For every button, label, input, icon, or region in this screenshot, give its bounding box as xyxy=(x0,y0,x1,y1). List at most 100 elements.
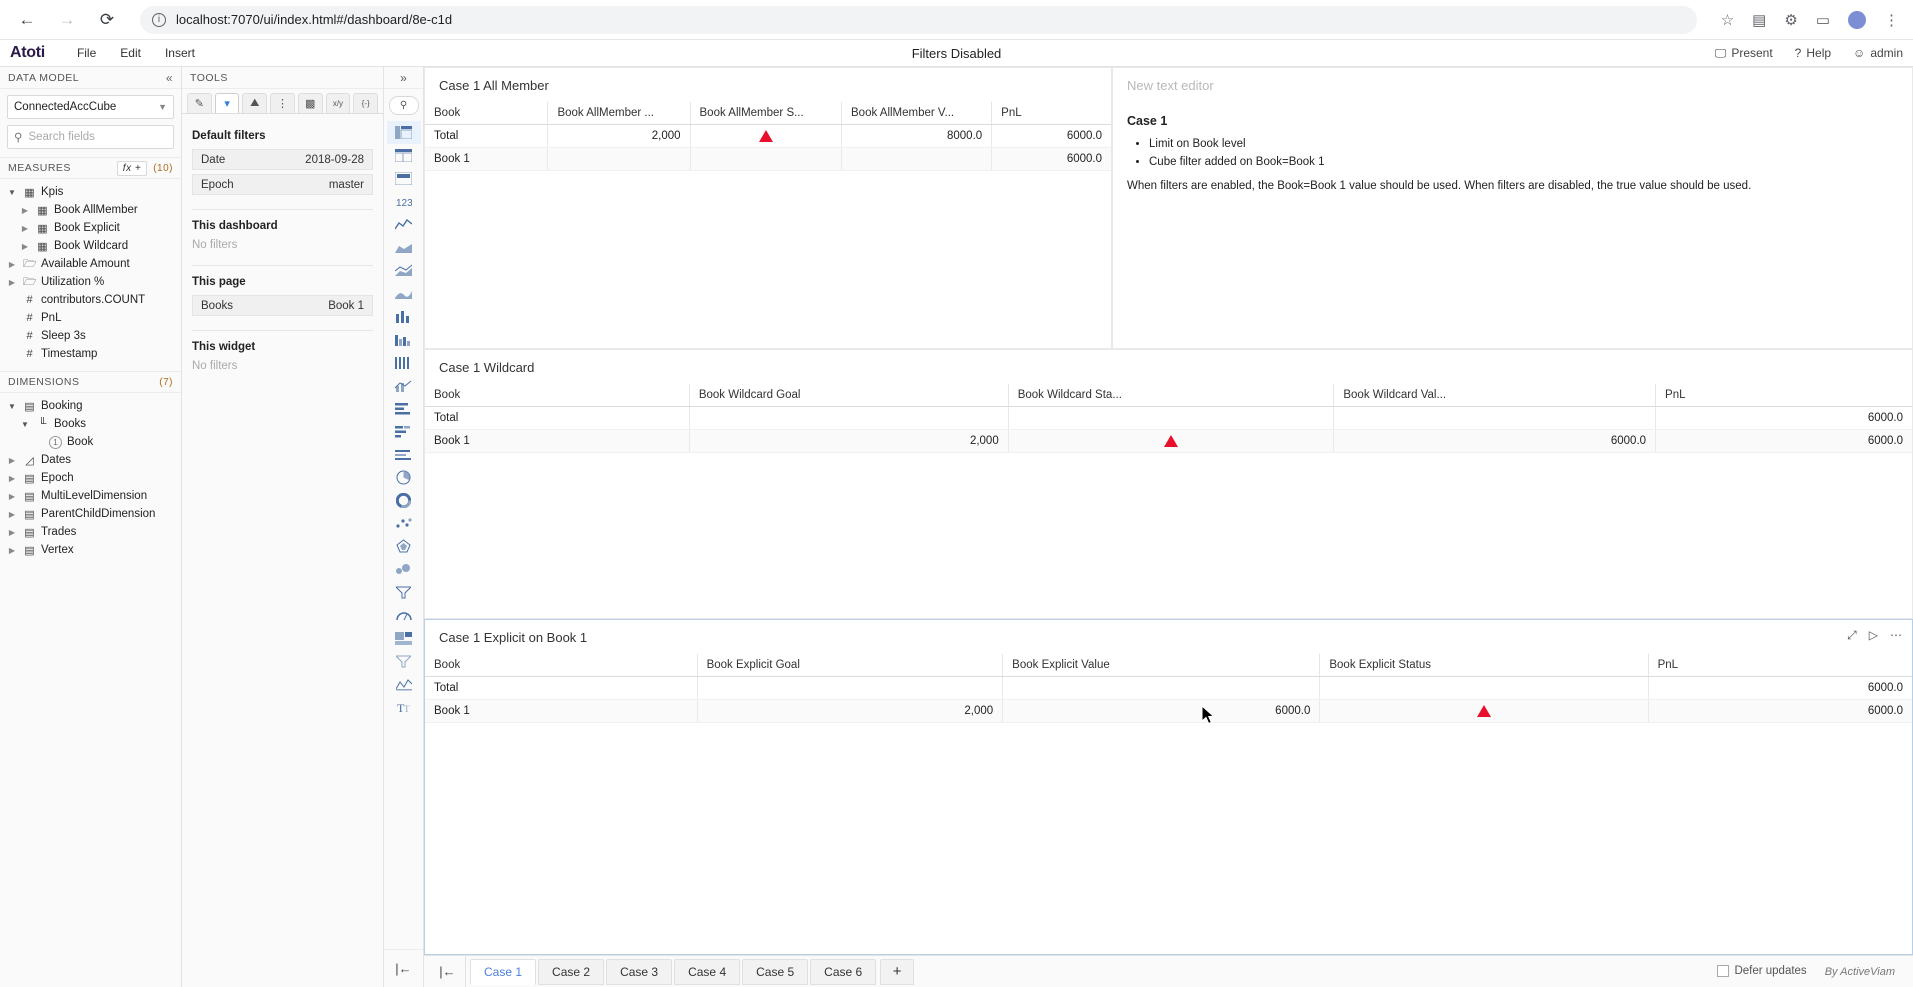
caret-down-icon[interactable]: ▼ xyxy=(6,402,18,411)
column-header[interactable]: Book Wildcard Sta... xyxy=(1008,384,1335,407)
measure-item-book-explicit[interactable]: ▶ ▦ Book Explicit xyxy=(0,219,181,237)
dimension-item-parentchilddimension[interactable]: ▶ ▤ ParentChildDimension xyxy=(0,505,181,523)
profile-avatar[interactable] xyxy=(1848,10,1866,29)
dimension-item-books[interactable]: ▼ ╙ Books xyxy=(0,415,181,433)
palette-histogram-icon[interactable] xyxy=(387,328,421,351)
palette-donut-chart-icon[interactable] xyxy=(387,489,421,512)
palette-smooth-area-icon[interactable] xyxy=(387,282,421,305)
tool-tab-pencil[interactable]: ✎ xyxy=(187,93,212,113)
tool-tab-filter[interactable]: ▾ xyxy=(214,93,240,113)
column-header[interactable]: PnL xyxy=(1648,654,1912,677)
page-tab-case-3[interactable]: Case 3 xyxy=(606,958,673,985)
gear-icon[interactable]: ⚙ xyxy=(1784,11,1797,29)
dimension-item-epoch[interactable]: ▶ ▤ Epoch xyxy=(0,469,181,487)
filter-books[interactable]: Books Book 1 xyxy=(192,295,373,316)
cast-icon[interactable]: ▭ xyxy=(1816,11,1830,29)
table-row[interactable]: Total 6000.0 xyxy=(425,406,1912,430)
measure-item-book-wildcard[interactable]: ▶ ▦ Book Wildcard xyxy=(0,237,181,255)
present-button[interactable]: 🖵 Present xyxy=(1715,46,1773,61)
widget-text-editor[interactable]: New text editor Case 1 Limit on Book lev… xyxy=(1112,67,1913,349)
palette-expand-icon[interactable]: » xyxy=(384,67,423,89)
column-header[interactable]: Book Wildcard Goal xyxy=(689,384,1009,407)
caret-right-icon[interactable]: ▶ xyxy=(6,492,18,501)
user-button[interactable]: ☺ admin xyxy=(1853,46,1903,60)
measure-item-book-allmember[interactable]: ▶ ▦ Book AllMember xyxy=(0,201,181,219)
palette-search-button[interactable]: ⚲ xyxy=(388,96,419,115)
caret-right-icon[interactable]: ▶ xyxy=(6,528,18,537)
dimension-item-multileveldimension[interactable]: ▶ ▤ MultiLevelDimension xyxy=(0,487,181,505)
caret-right-icon[interactable]: ▶ xyxy=(6,260,18,269)
column-header[interactable]: Book xyxy=(425,384,690,407)
caret-right-icon[interactable]: ▶ xyxy=(6,510,18,519)
table-row[interactable]: Book 1 2,000 6000.0 6000.0 xyxy=(425,429,1912,454)
measure-item-kpis[interactable]: ▼ ▦ Kpis xyxy=(0,183,181,201)
pivot-table-all-member[interactable]: Book Book AllMember ... Book AllMember S..… xyxy=(425,102,1111,172)
page-tab-case-6[interactable]: Case 6 xyxy=(810,958,877,985)
expand-icon[interactable]: ⤢ xyxy=(1847,628,1857,643)
dimension-item-trades[interactable]: ▶ ▤ Trades xyxy=(0,523,181,541)
palette-pie-chart-icon[interactable] xyxy=(387,466,421,489)
column-header[interactable]: PnL xyxy=(1655,384,1912,407)
column-header[interactable]: Book Wildcard Val... xyxy=(1333,384,1657,407)
palette-funnel-icon[interactable] xyxy=(387,581,421,604)
measure-item-pnl[interactable]: # PnL xyxy=(0,309,181,327)
pivot-table-explicit[interactable]: Book Book Explicit Goal Book Explicit Valu… xyxy=(425,654,1912,724)
search-fields-input[interactable]: ⚲ Search fields xyxy=(7,125,174,149)
back-button[interactable]: ← xyxy=(14,7,40,33)
palette-waterfall-icon[interactable] xyxy=(387,443,421,466)
palette-horizontal-bar-icon[interactable] xyxy=(387,397,421,420)
menu-file[interactable]: File xyxy=(65,46,108,60)
palette-combo-chart-icon[interactable] xyxy=(387,374,421,397)
page-tab-case-1[interactable]: Case 1 xyxy=(470,958,537,985)
address-bar[interactable]: i localhost:7070/ui/index.html#/dashboar… xyxy=(140,5,1697,34)
measure-item-contributors-count[interactable]: # contributors.COUNT xyxy=(0,291,181,309)
palette-table-icon[interactable] xyxy=(387,144,421,167)
page-tab-case-2[interactable]: Case 2 xyxy=(538,958,605,985)
help-button[interactable]: ? Help xyxy=(1795,46,1831,60)
pivot-table-wildcard[interactable]: Book Book Wildcard Goal Book Wildcard Sta.… xyxy=(425,384,1912,454)
forward-button[interactable]: → xyxy=(54,7,80,33)
table-row[interactable]: Total 6000.0 xyxy=(425,676,1912,700)
filter-epoch[interactable]: Epoch master xyxy=(192,174,373,195)
palette-bar-group-icon[interactable] xyxy=(387,351,421,374)
palette-kpi-card-icon[interactable] xyxy=(387,167,421,190)
collapse-left-icon[interactable]: « xyxy=(166,71,173,85)
palette-sunburst-icon[interactable] xyxy=(387,673,421,696)
text-editor-body[interactable]: Case 1 Limit on Book level Cube filter a… xyxy=(1113,102,1912,202)
tabs-collapse-button[interactable]: |← xyxy=(430,956,466,987)
add-page-button[interactable]: + xyxy=(880,958,915,985)
palette-treemap-icon[interactable] xyxy=(387,627,421,650)
tool-tab-xy-axes[interactable]: x/y xyxy=(325,93,351,113)
more-icon[interactable]: ⋯ xyxy=(1890,628,1902,643)
column-header[interactable]: Book Explicit Goal xyxy=(697,654,1004,677)
add-measure-button[interactable]: fx + xyxy=(116,160,148,176)
widget-case1-wildcard[interactable]: Case 1 Wildcard Book Book Wildcard Goal Bo… xyxy=(424,349,1913,619)
tool-tab-paint-roller[interactable]: ⛰ xyxy=(242,93,268,113)
column-header[interactable]: Book Explicit Status xyxy=(1319,654,1649,677)
palette-text-editor-icon[interactable]: TT xyxy=(387,696,421,719)
measure-item-sleep-3s[interactable]: # Sleep 3s xyxy=(0,327,181,345)
palette-stacked-area-icon[interactable] xyxy=(387,259,421,282)
table-row[interactable]: Book 1 2,000 6000.0 6000.0 xyxy=(425,699,1912,724)
play-icon[interactable]: ▷ xyxy=(1869,628,1878,643)
palette-horizontal-stacked-icon[interactable] xyxy=(387,420,421,443)
palette-collapse-button[interactable]: |← xyxy=(384,949,423,987)
palette-radar-icon[interactable] xyxy=(387,535,421,558)
menu-insert[interactable]: Insert xyxy=(153,46,207,60)
measure-item-timestamp[interactable]: # Timestamp xyxy=(0,345,181,363)
caret-down-icon[interactable]: ▼ xyxy=(19,420,31,429)
dimension-item-dates[interactable]: ▶ ◿ Dates xyxy=(0,451,181,469)
table-row[interactable]: Total 2,000 8000.0 6000.0 xyxy=(425,124,1111,149)
palette-area-chart-icon[interactable] xyxy=(387,236,421,259)
caret-right-icon[interactable]: ▶ xyxy=(6,456,18,465)
column-header[interactable]: Book AllMember S... xyxy=(690,102,843,125)
page-tab-case-4[interactable]: Case 4 xyxy=(674,958,741,985)
caret-right-icon[interactable]: ▶ xyxy=(19,224,31,233)
palette-filter-widget-icon[interactable] xyxy=(387,650,421,673)
column-header[interactable]: Book xyxy=(425,102,549,125)
palette-scatter-plot-icon[interactable] xyxy=(387,512,421,535)
palette-gauge-icon[interactable] xyxy=(387,604,421,627)
palette-pivot-table-icon[interactable] xyxy=(386,121,421,144)
filter-date[interactable]: Date 2018-09-28 xyxy=(192,149,373,170)
caret-right-icon[interactable]: ▶ xyxy=(6,546,18,555)
